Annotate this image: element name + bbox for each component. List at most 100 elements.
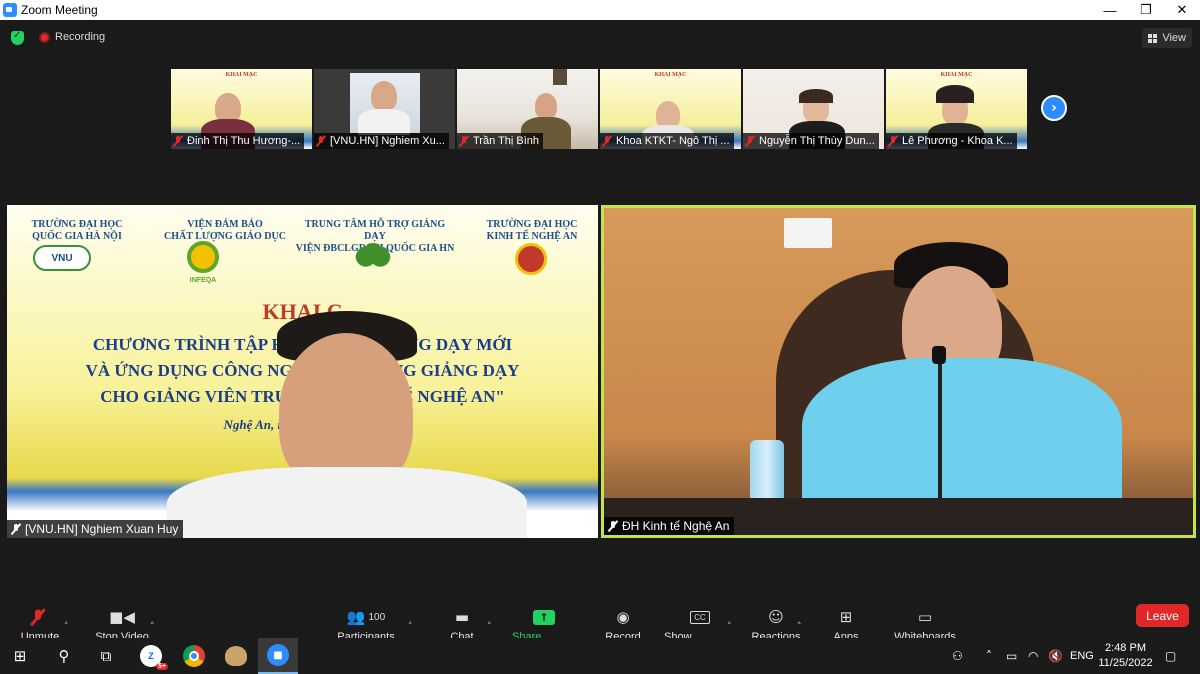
show-hidden-icons-chevron-icon[interactable]: ˄ (986, 638, 992, 674)
whiteboard-icon: ▭ (917, 608, 933, 626)
speaker-name: [VNU.HN] Nghiem Xuan Huy (25, 522, 179, 536)
clock-time: 2:48 PM (1105, 642, 1146, 654)
speaker-name-bar: ĐH Kinh tế Nghệ An (604, 517, 735, 535)
notifications-icon[interactable]: ▢ (1165, 638, 1176, 674)
muted-mic-icon (11, 523, 21, 535)
search-icon[interactable]: ⚲ (44, 638, 84, 674)
wifi-icon[interactable]: ◠ (1028, 638, 1038, 674)
recording-dot-icon (39, 31, 50, 43)
battery-icon[interactable]: ▭ (1006, 638, 1017, 674)
muted-mic-icon (602, 135, 612, 147)
zoom-app-icon (3, 3, 17, 17)
share-screen-arrow-icon: ↑ (533, 610, 555, 625)
participant-thumbnail[interactable]: Nguyễn Thị Thùy Dun... (743, 69, 884, 149)
thumbnail-strip: KHAI MẠC Đinh Thị Thu Hương-... [VNU.HN]… (171, 69, 1027, 149)
vnu-logo: VNU (33, 245, 91, 271)
ktna-logo (515, 243, 547, 275)
infeqa-logo-text: INFEQA (189, 277, 217, 284)
participant-name: Trần Thị Bình (473, 135, 540, 147)
system-clock[interactable]: 2:48 PM 11/25/2022 (1098, 641, 1153, 671)
muted-mic-icon (745, 135, 755, 147)
participant-hair (799, 89, 833, 103)
input-language[interactable]: ENG (1070, 638, 1094, 674)
participant-thumbnail[interactable]: KHAI MẠC Lê Phương - Khoa K... (886, 69, 1027, 149)
participant-thumbnail[interactable]: KHAI MẠC Khoa KTKT- Ngô Thị ... (600, 69, 741, 149)
participant-name: Nguyễn Thị Thùy Dun... (759, 135, 875, 147)
poster-org-ktna: TRƯỜNG ĐẠI HỌC KINH TẾ NGHỆ AN (486, 219, 578, 242)
muted-mic-icon (33, 608, 47, 626)
chat-options-caret-icon[interactable]: ˄ (487, 622, 492, 632)
reactions-options-caret-icon[interactable]: ˄ (797, 622, 802, 632)
volume-muted-icon[interactable]: 🔇 (1048, 638, 1063, 674)
recording-indicator[interactable]: Recording (39, 31, 105, 43)
person-tray-icon[interactable]: ⚇ (952, 638, 963, 674)
zalo-app-icon[interactable]: Z 5+ (131, 638, 171, 674)
participant-name-bar: Nguyễn Thị Thùy Dun... (743, 133, 879, 149)
participant-thumbnail[interactable]: Trần Thị Bình (457, 69, 598, 149)
audio-options-caret-icon[interactable]: ˄ (64, 622, 69, 632)
poster-heading: KHAI MẠC (940, 72, 973, 78)
maximize-button[interactable]: ❐ (1128, 0, 1164, 20)
windows-start-icon[interactable]: ⊞ (0, 638, 40, 674)
windows-taskbar: ⊞ ⚲ ⧉ Z 5+ ■ ⚇ ˄ ▭ ◠ 🔇 ENG ▢ (0, 638, 1200, 674)
video-camera-icon: ■◀ (109, 608, 135, 626)
view-label: View (1162, 32, 1186, 44)
muted-mic-icon (173, 135, 183, 147)
participant-thumbnail[interactable]: KHAI MẠC Đinh Thị Thu Hương-... (171, 69, 312, 149)
poster-heading: KHAI MẠC (654, 72, 687, 78)
speaker-body (167, 467, 527, 538)
paint-app-icon[interactable] (216, 638, 256, 674)
chrome-browser-icon[interactable] (174, 638, 214, 674)
participants-count: 100 (368, 611, 386, 623)
participant-name: Lê Phương - Khoa K... (902, 135, 1013, 147)
clock-date: 11/25/2022 (1098, 657, 1153, 669)
participant-body (358, 109, 410, 135)
record-icon: ◉ (616, 608, 630, 626)
muted-mic-icon (608, 520, 618, 532)
speaker-video-left[interactable]: TRƯỜNG ĐẠI HỌC QUỐC GIA HÀ NỘI VIỆN ĐẢM … (7, 205, 598, 538)
chat-bubble-icon: ▬ (454, 608, 470, 626)
poster-org-vnu: TRƯỜNG ĐẠI HỌC QUỐC GIA HÀ NỘI (31, 219, 123, 242)
next-page-chevron-icon[interactable]: › (1041, 95, 1067, 121)
wall-switch (784, 218, 832, 248)
grid-view-icon (1148, 33, 1158, 43)
participant-hair (936, 85, 974, 103)
window-title: Zoom Meeting (21, 3, 98, 17)
participants-options-caret-icon[interactable]: ˄ (408, 622, 413, 632)
meeting-topbar: Recording View (0, 20, 1200, 56)
minimize-button[interactable]: — (1092, 0, 1128, 20)
muted-mic-icon (316, 135, 326, 147)
task-view-icon[interactable]: ⧉ (86, 638, 126, 674)
speaker-video-right-active[interactable]: ĐH Kinh tế Nghệ An (601, 205, 1196, 538)
window-controls: — ❐ ✕ (1092, 0, 1200, 20)
close-button[interactable]: ✕ (1164, 0, 1200, 20)
participant-face (535, 93, 557, 119)
participant-name-bar: [VNU.HN] Nghiem Xu... (314, 133, 449, 149)
muted-mic-icon (459, 135, 469, 147)
recording-label: Recording (55, 31, 106, 43)
captions-options-caret-icon[interactable]: ˄ (727, 622, 732, 632)
wall-picture (553, 69, 567, 85)
zoom-taskbar-icon[interactable]: ■ (258, 638, 298, 674)
meeting-area: Recording View KHAI MẠC Đinh Thị Thu Hươ… (0, 20, 1200, 658)
leave-button[interactable]: Leave (1136, 604, 1189, 627)
infeqa-logo (187, 241, 219, 273)
participant-face (371, 81, 397, 111)
participant-thumbnail[interactable]: [VNU.HN] Nghiem Xu... (314, 69, 455, 149)
participant-name: Đinh Thị Thu Hương-... (187, 135, 301, 147)
video-options-caret-icon[interactable]: ˄ (150, 622, 155, 632)
participants-icon: 👥 100 (346, 608, 386, 626)
participant-name: [VNU.HN] Nghiem Xu... (330, 135, 445, 147)
participant-name-bar: Trần Thị Bình (457, 133, 544, 149)
center-tree-logo (355, 243, 391, 277)
poster-org-infeqa: VIỆN ĐẢM BẢO CHẤT LƯỢNG GIÁO DỤC (164, 219, 286, 242)
view-button[interactable]: View (1142, 28, 1192, 48)
muted-mic-icon (888, 135, 898, 147)
speaker-name-bar: [VNU.HN] Nghiem Xuan Huy (7, 520, 184, 538)
window-titlebar: Zoom Meeting — ❐ ✕ (0, 0, 1200, 20)
speaker-name: ĐH Kinh tế Nghệ An (622, 519, 730, 533)
participant-name-bar: Đinh Thị Thu Hương-... (171, 133, 305, 149)
participant-name-bar: Lê Phương - Khoa K... (886, 133, 1017, 149)
security-shield-icon[interactable] (11, 30, 24, 45)
participant-name-bar: Khoa KTKT- Ngô Thị ... (600, 133, 734, 149)
